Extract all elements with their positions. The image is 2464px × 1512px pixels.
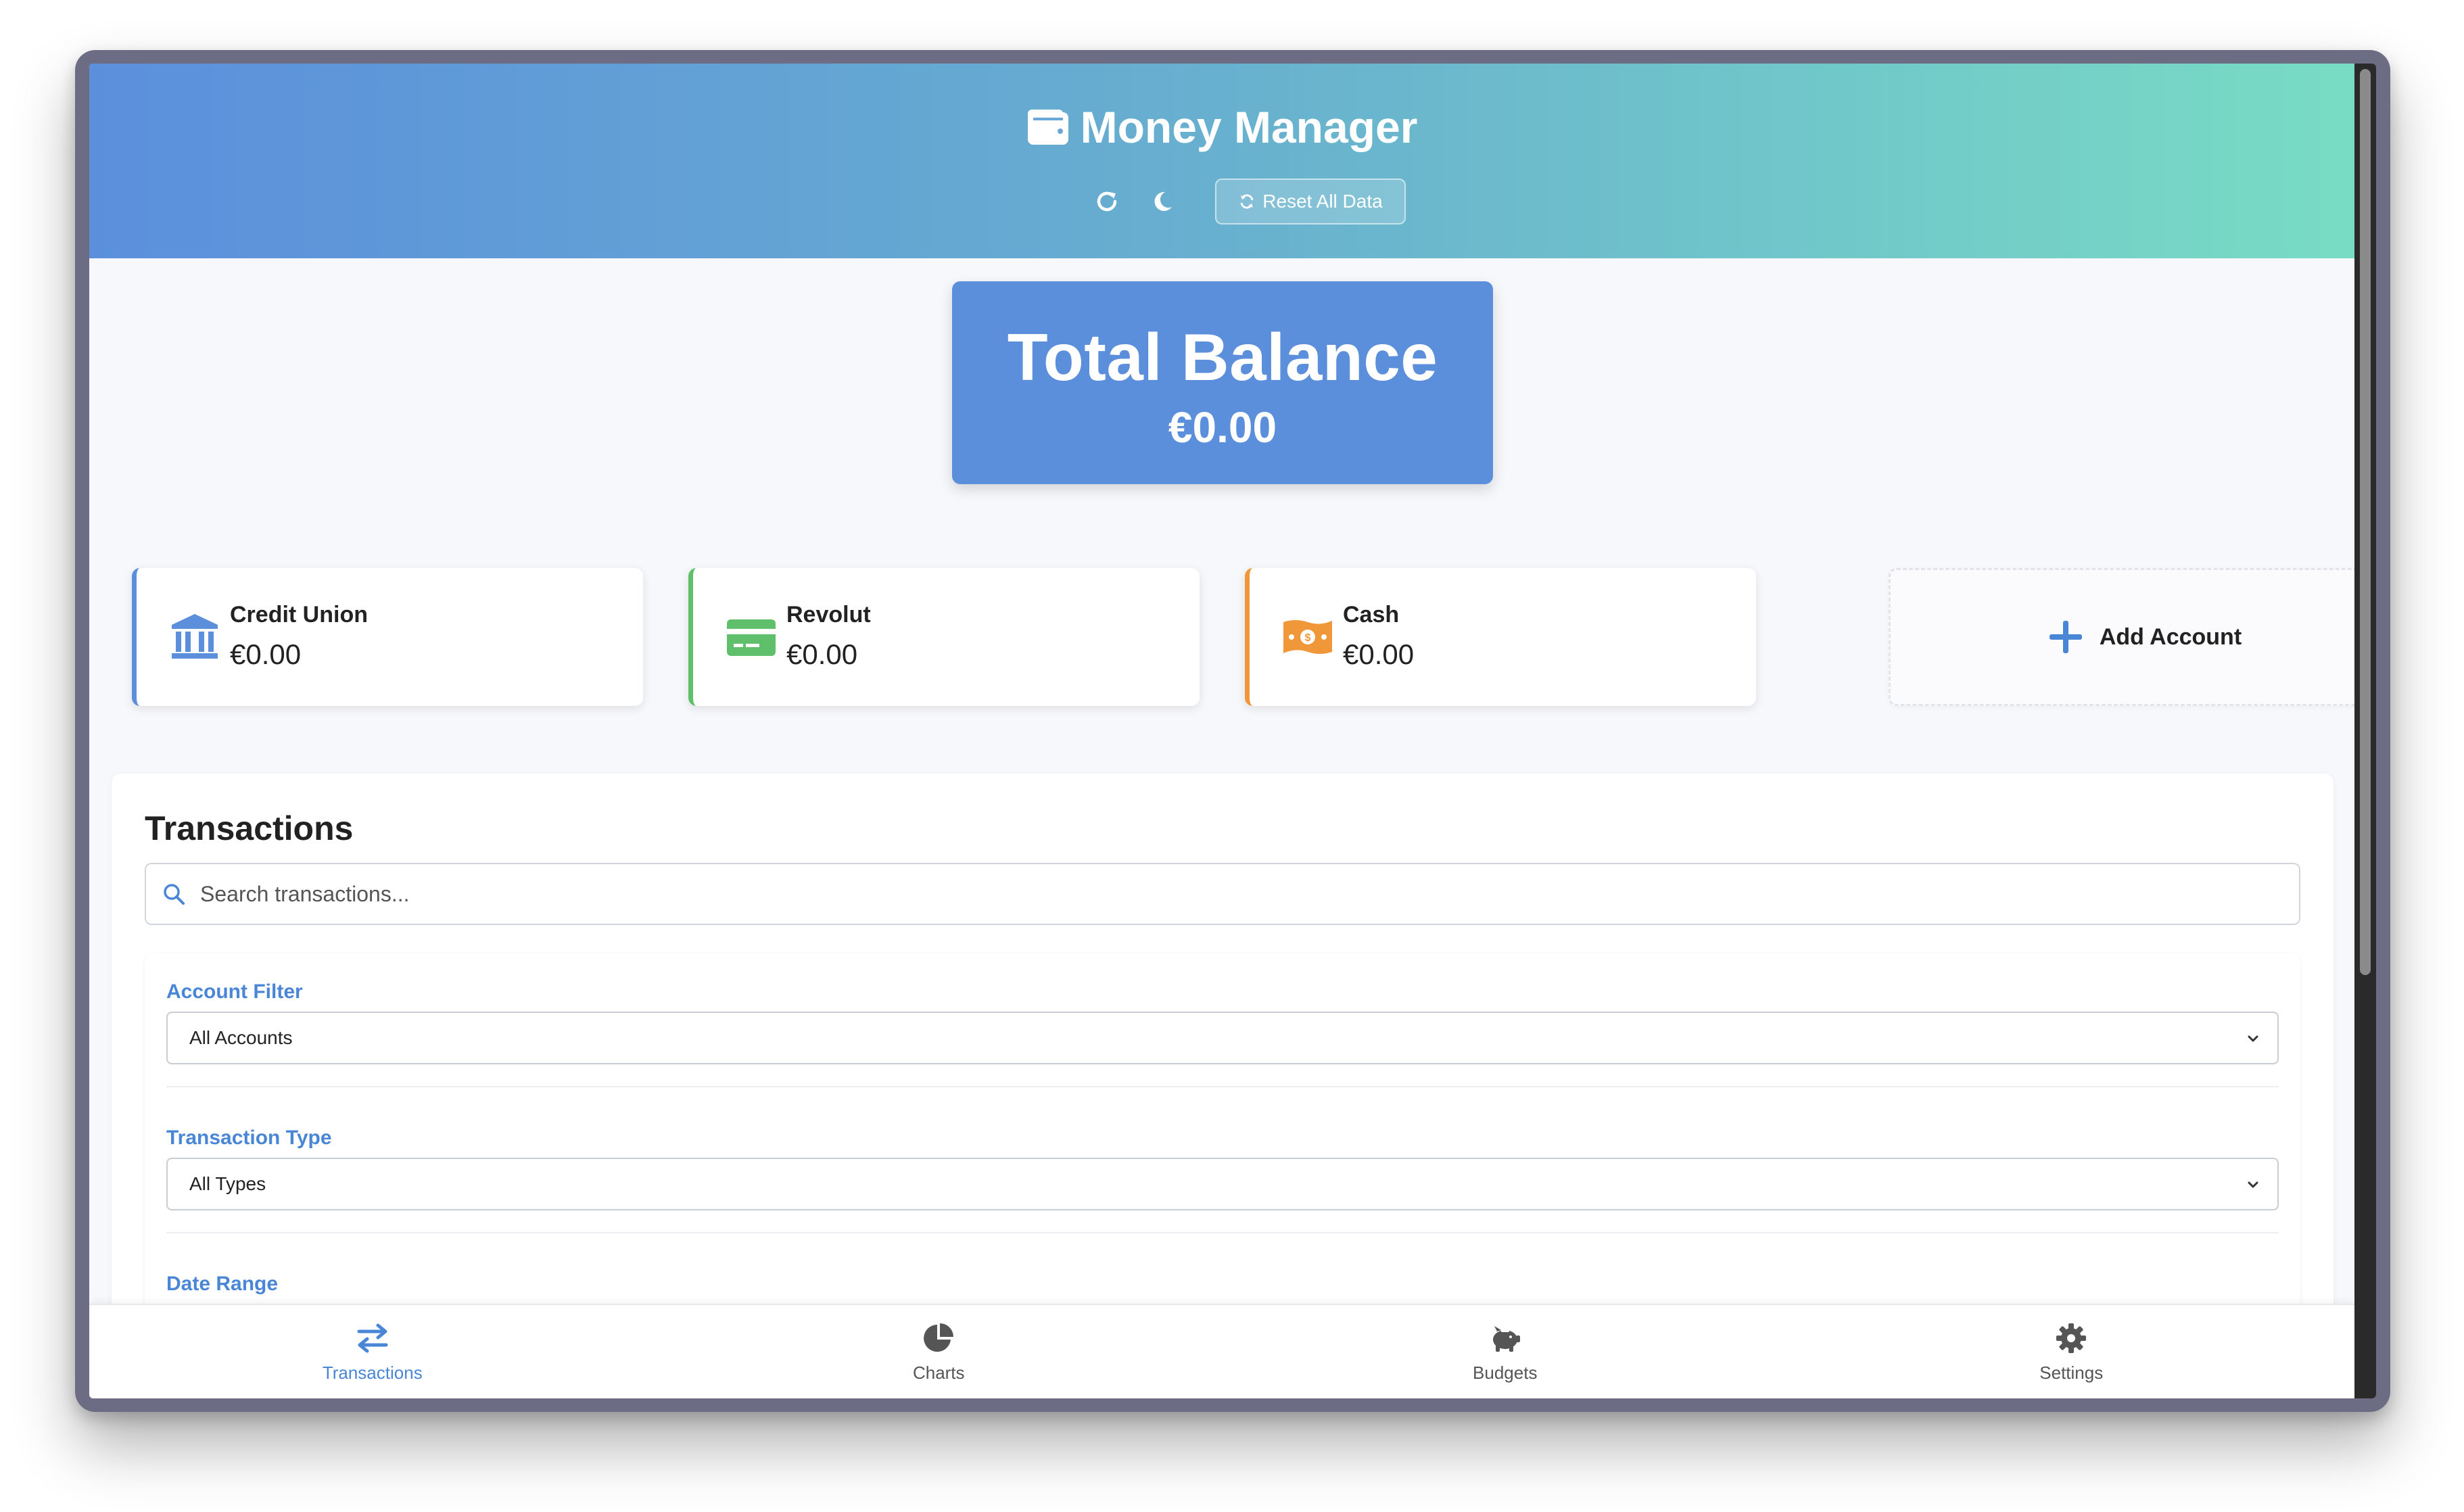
bottom-nav: Transactions Charts Budgets Settings [89, 1304, 2354, 1398]
money-bill-icon: $ [1283, 620, 1332, 654]
account-name: Cash [1343, 602, 1400, 628]
search-input[interactable] [199, 880, 2227, 907]
account-card-cash[interactable]: $ Cash €0.00 [1245, 568, 1756, 706]
filter-divider [166, 1086, 2279, 1087]
exchange-icon [357, 1323, 388, 1352]
nav-charts[interactable]: Charts [656, 1305, 1223, 1398]
account-filter-select[interactable]: All Accounts [166, 1012, 2279, 1064]
piggy-bank-icon [1492, 1325, 1520, 1352]
add-account-label: Add Account [2099, 623, 2242, 650]
account-name: Credit Union [230, 602, 368, 628]
transaction-type-select[interactable]: All Types [166, 1158, 2279, 1210]
reset-all-data-button[interactable]: Reset All Data [1215, 179, 1406, 225]
sync-icon [1240, 194, 1254, 209]
account-filter-label: Account Filter [166, 981, 303, 1003]
app-title-text: Money Manager [1080, 102, 1418, 152]
account-balance: €0.00 [786, 638, 858, 670]
credit-card-icon [727, 619, 776, 656]
wallet-icon [1027, 110, 1068, 145]
nav-transactions[interactable]: Transactions [89, 1305, 656, 1398]
reset-label: Reset All Data [1262, 191, 1383, 212]
refresh-icon[interactable] [1091, 185, 1123, 218]
svg-text:$: $ [1305, 632, 1311, 644]
transaction-type-value: All Types [189, 1173, 266, 1194]
add-account-button[interactable]: Add Account [1889, 568, 2376, 706]
nav-label: Settings [2039, 1362, 2104, 1383]
nav-label: Charts [912, 1362, 965, 1383]
gear-icon [2056, 1323, 2087, 1353]
bank-icon [172, 614, 218, 659]
chevron-down-icon [2248, 1181, 2258, 1188]
nav-settings[interactable]: Settings [1788, 1305, 2355, 1398]
app-title: Money Manager [89, 101, 2354, 153]
device-frame: Money Manager Reset All Data Total Balan… [75, 50, 2390, 1412]
account-filter-value: All Accounts [189, 1027, 293, 1048]
pie-chart-icon [924, 1323, 954, 1352]
nav-label: Budgets [1473, 1362, 1538, 1383]
app-header: Money Manager Reset All Data [89, 64, 2354, 258]
account-name: Revolut [786, 602, 871, 628]
filter-divider [166, 1232, 2279, 1233]
nav-label: Transactions [322, 1362, 423, 1383]
account-card-revolut[interactable]: Revolut €0.00 [688, 568, 1200, 706]
total-balance-card: Total Balance €0.00 [952, 281, 1493, 484]
nav-budgets[interactable]: Budgets [1222, 1305, 1788, 1398]
total-balance-title: Total Balance [1007, 320, 1438, 394]
total-balance-amount: €0.00 [1168, 403, 1277, 452]
scrollbar-thumb[interactable] [2360, 69, 2371, 975]
search-box[interactable] [145, 863, 2300, 925]
app-window: Money Manager Reset All Data Total Balan… [89, 64, 2376, 1398]
account-card-credit-union[interactable]: Credit Union €0.00 [132, 568, 643, 706]
moon-icon[interactable] [1146, 185, 1179, 218]
account-balance: €0.00 [230, 638, 302, 670]
date-range-label: Date Range [166, 1273, 279, 1295]
header-toolbar: Reset All Data [89, 179, 2354, 225]
plus-icon [2049, 621, 2082, 653]
scrollbar[interactable] [2354, 64, 2376, 1398]
search-icon [164, 884, 185, 905]
account-balance: €0.00 [1343, 638, 1415, 670]
transaction-type-label: Transaction Type [166, 1127, 332, 1149]
chevron-down-icon [2248, 1035, 2258, 1042]
transactions-title: Transactions [145, 809, 354, 847]
